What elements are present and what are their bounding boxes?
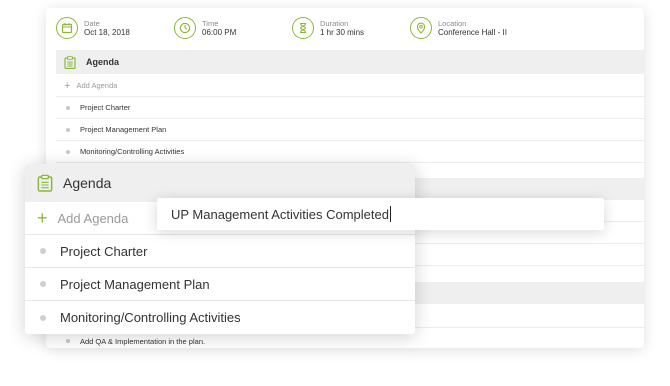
time-field: Time 06:00 PM xyxy=(174,14,236,42)
agenda-item[interactable]: Project Management Plan xyxy=(56,119,644,141)
agenda-item[interactable]: Project Management Plan xyxy=(25,268,415,301)
meeting-meta-row: Date Oct 18, 2018 Time 06:00 PM Duration… xyxy=(46,8,644,48)
calendar-icon xyxy=(56,17,78,39)
agenda-item-label: Monitoring/Controlling Activities xyxy=(60,310,241,325)
duration-field: Duration 1 hr 30 mins xyxy=(292,14,364,42)
agenda-panel-header: Agenda xyxy=(25,164,415,202)
date-value: Oct 18, 2018 xyxy=(84,27,130,37)
agenda-input-value: UP Management Activities Completed xyxy=(171,206,389,222)
clipboard-icon xyxy=(64,55,76,69)
agenda-item-label: Monitoring/Controlling Activities xyxy=(80,147,185,156)
time-value: 06:00 PM xyxy=(202,27,237,37)
add-agenda-label: Add Agenda xyxy=(76,81,118,90)
agenda-item[interactable]: Project Charter xyxy=(56,97,644,119)
duration-value: 1 hr 30 mins xyxy=(320,27,365,37)
hourglass-icon xyxy=(292,17,314,39)
agenda-header: Agenda xyxy=(56,50,644,74)
agenda-item-label: Project Charter xyxy=(60,243,148,259)
location-value: Conference Hall - II xyxy=(438,27,507,37)
location-field: Location Conference Hall - II xyxy=(410,14,507,42)
bullet-icon xyxy=(40,314,46,321)
agenda-item[interactable]: Monitoring/Controlling Activities xyxy=(25,301,415,334)
plus-icon: + xyxy=(37,208,48,228)
agenda-panel: Agenda + Add Agenda Project Charter Proj… xyxy=(25,164,415,334)
clipboard-icon xyxy=(37,174,53,192)
duration-label: Duration xyxy=(320,18,349,28)
agenda-title: Agenda xyxy=(86,57,120,67)
date-field: Date Oct 18, 2018 xyxy=(56,14,130,42)
agenda-item[interactable]: Monitoring/Controlling Activities xyxy=(56,141,644,163)
clock-icon xyxy=(174,17,196,39)
agenda-item-label: Project Charter xyxy=(80,103,131,112)
agenda-item[interactable]: Project Charter xyxy=(25,235,415,268)
time-label: Time xyxy=(202,18,219,28)
agenda-item-label: Project Management Plan xyxy=(60,276,210,292)
agenda-item-label: Add QA & Implementation in the plan. xyxy=(80,336,206,346)
agenda-text-input[interactable]: UP Management Activities Completed xyxy=(157,198,604,230)
bullet-icon xyxy=(40,248,46,254)
add-agenda-label: Add Agenda xyxy=(57,210,129,226)
map-pin-icon xyxy=(410,17,432,39)
date-label: Date xyxy=(84,18,100,28)
bullet-icon xyxy=(40,281,46,287)
bullet-icon xyxy=(66,105,70,110)
plus-icon: + xyxy=(64,79,71,92)
location-label: Location xyxy=(438,18,467,28)
text-caret xyxy=(389,206,391,222)
agenda-panel-title: Agenda xyxy=(63,175,112,191)
bullet-icon xyxy=(66,127,70,132)
add-agenda-row[interactable]: + Add Agenda xyxy=(56,75,644,97)
agenda-item-label: Project Management Plan xyxy=(80,125,167,134)
bullet-icon xyxy=(66,339,70,343)
bullet-icon xyxy=(66,149,70,154)
